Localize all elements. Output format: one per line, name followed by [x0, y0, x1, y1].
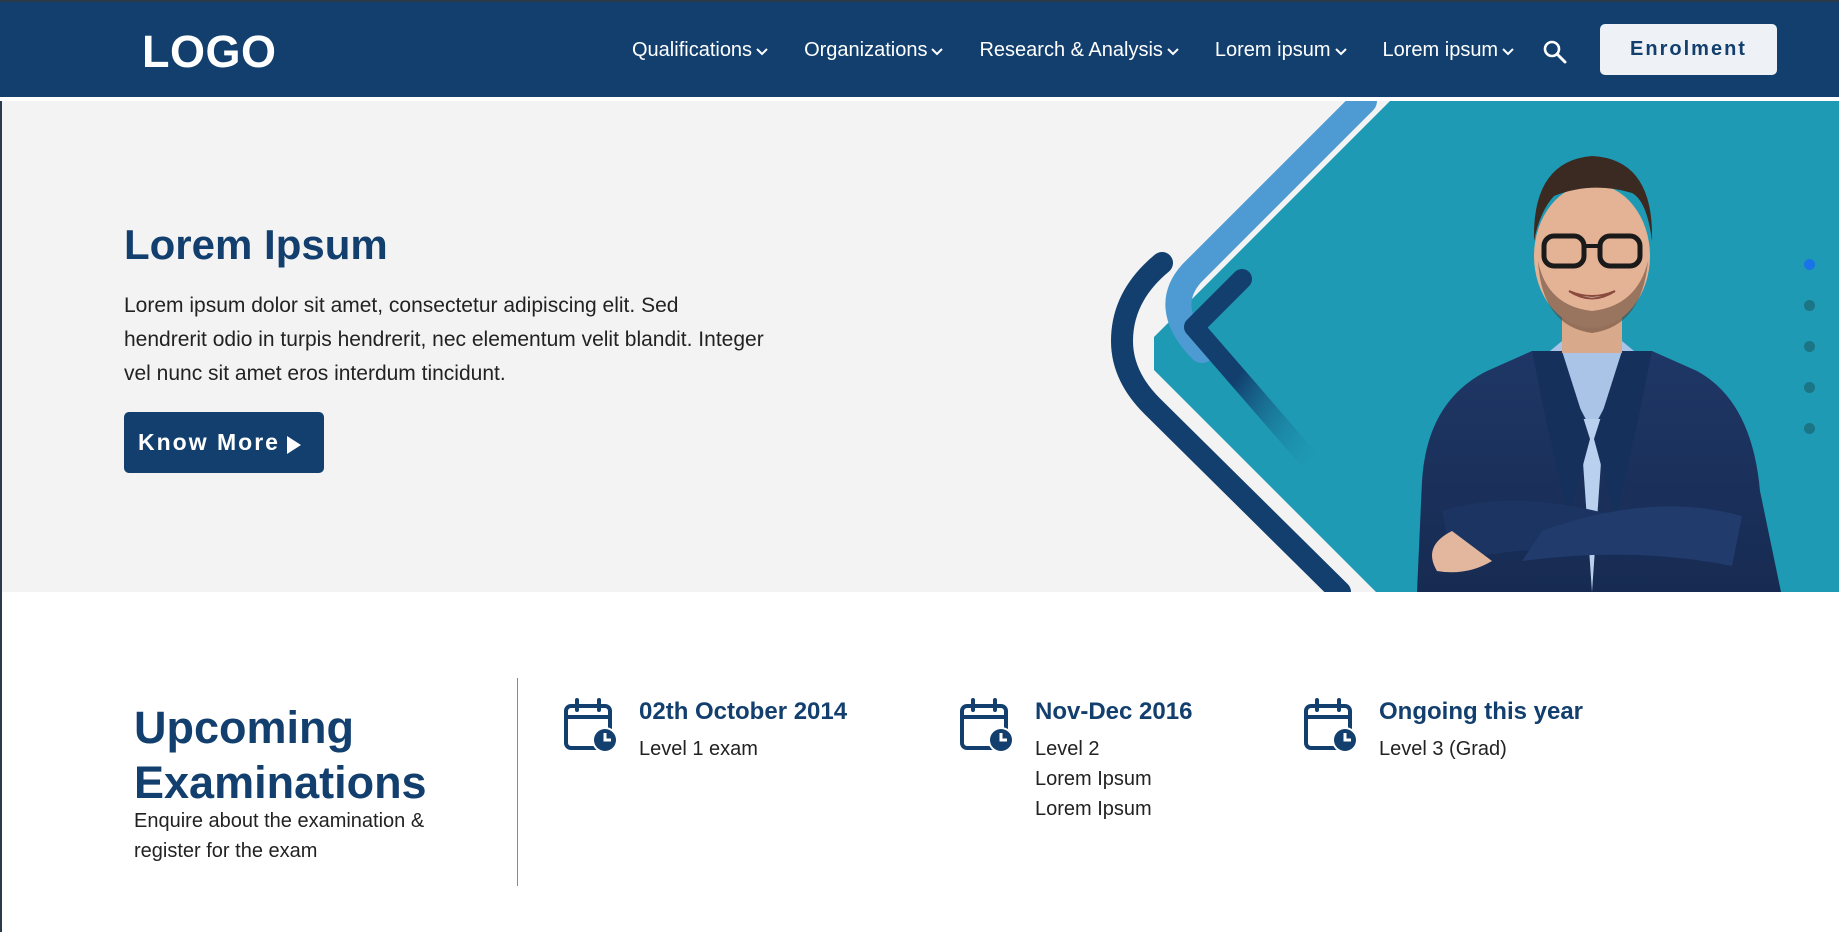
exam-date: Nov-Dec 2016 [1035, 698, 1193, 725]
nav-item-label: Organizations [804, 39, 928, 61]
hero-title: Lorem Ipsum [124, 221, 388, 268]
exam-details: Level 3 (Grad) [1379, 734, 1507, 764]
chevron-down-icon [756, 47, 768, 55]
enrolment-button[interactable]: Enrolment [1600, 24, 1777, 75]
chevron-down-icon [1502, 47, 1514, 55]
chevron-down-icon [1334, 47, 1347, 55]
nav-item-label: Qualifications [632, 39, 753, 61]
exam-details: Level 2 Lorem Ipsum Lorem Ipsum [1035, 734, 1152, 824]
upcoming-examinations-section: Upcoming Examinations Enquire about the … [0, 592, 1839, 932]
hero-illustration [1110, 101, 1839, 592]
chevron-down-icon [931, 47, 944, 55]
know-more-button[interactable]: Know More [124, 412, 324, 473]
site-header: LOGO Qualifications Organizations Resear… [0, 0, 1839, 97]
slider-dot-2[interactable] [1804, 300, 1815, 311]
slider-dots [1804, 259, 1816, 434]
nav-item-organizations[interactable]: Organizations [804, 39, 945, 62]
exam-detail-line: Level 3 (Grad) [1379, 738, 1507, 760]
exam-detail-line: Level 1 exam [639, 738, 758, 760]
calendar-clock-icon [960, 698, 1014, 753]
hero-banner: Lorem Ipsum Lorem ipsum dolor sit amet, … [0, 101, 1839, 592]
slider-dot-5[interactable] [1804, 423, 1815, 434]
slider-dot-3[interactable] [1804, 341, 1815, 352]
calendar-clock-icon [564, 698, 618, 753]
nav-item-label: Lorem ipsum [1382, 39, 1499, 61]
exam-detail-line: Level 2 [1035, 738, 1100, 760]
play-icon [286, 435, 301, 454]
exam-detail-line: Lorem Ipsum [1035, 768, 1152, 790]
section-subtitle: Enquire about the examination & register… [134, 810, 425, 862]
hero-description: Lorem ipsum dolor sit amet, consectetur … [124, 294, 764, 385]
section-title: Upcoming Examinations [134, 702, 427, 808]
exam-detail-line: Lorem Ipsum [1035, 798, 1152, 820]
chevron-down-icon [1167, 47, 1179, 55]
nav-item-lorem-ipsum-1[interactable]: Lorem ipsum [1215, 39, 1349, 62]
logo[interactable]: LOGO [142, 26, 277, 78]
slider-dot-4[interactable] [1804, 382, 1815, 393]
search-icon[interactable] [1541, 38, 1569, 66]
divider [517, 678, 518, 886]
nav-item-label: Research & Analysis [979, 39, 1163, 61]
main-nav: Qualifications Organizations Research & … [632, 39, 1550, 62]
exam-date: Ongoing this year [1379, 698, 1584, 725]
slider-dot-1[interactable] [1804, 259, 1815, 270]
calendar-clock-icon [1304, 698, 1358, 753]
nav-item-qualifications[interactable]: Qualifications [632, 39, 770, 62]
exam-details: Level 1 exam [639, 734, 758, 764]
know-more-label: Know More [138, 429, 280, 455]
nav-item-label: Lorem ipsum [1214, 39, 1331, 61]
exam-date: 02th October 2014 [639, 698, 848, 725]
nav-item-lorem-ipsum-2[interactable]: Lorem ipsum [1383, 39, 1517, 62]
nav-item-research-analysis[interactable]: Research & Analysis [979, 39, 1180, 62]
